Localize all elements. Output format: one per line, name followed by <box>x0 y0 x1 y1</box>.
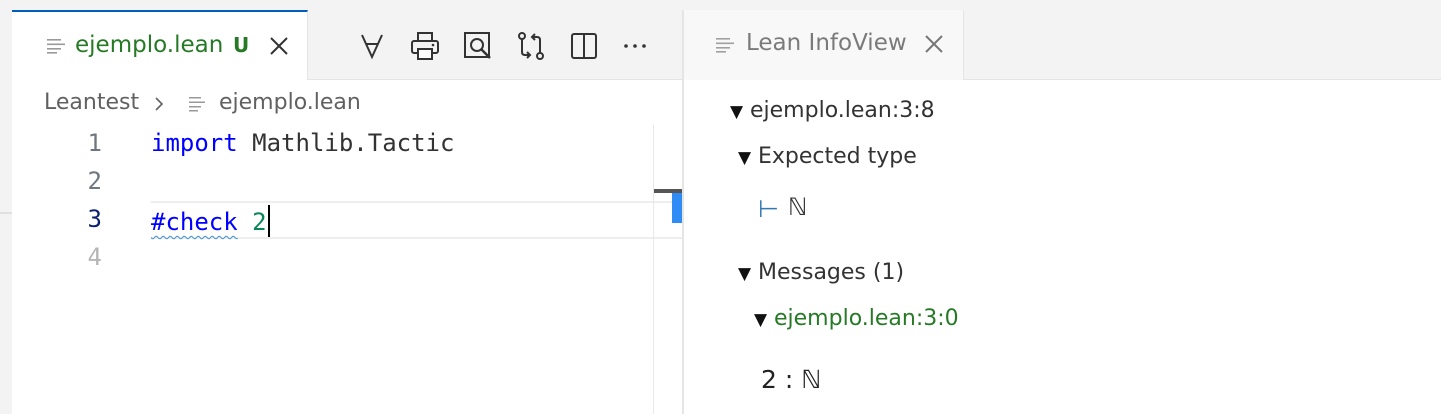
triangle-down-icon: ▼ <box>738 148 752 168</box>
triangle-down-icon: ▼ <box>730 102 744 122</box>
messages-label: Messages (1) <box>758 260 905 285</box>
code-editor[interactable]: 1 import Mathlib.Tactic 2 3 #check 2 4 <box>12 125 682 414</box>
keyword-token: #check <box>151 208 238 236</box>
infoview-tab-title: Lean InfoView <box>746 30 907 56</box>
code-line[interactable]: 1 import Mathlib.Tactic <box>12 125 682 163</box>
location-header[interactable]: ▼ ejemplo.lean:3:8 <box>730 98 935 123</box>
turnstile-symbol: ⊢ <box>758 195 779 223</box>
triangle-down-icon: ▼ <box>754 310 768 330</box>
line-number: 4 <box>87 243 102 271</box>
lines-icon <box>189 97 205 112</box>
expected-type-header[interactable]: ▼ Expected type <box>738 144 917 169</box>
messages-header[interactable]: ▼ Messages (1) <box>738 260 904 285</box>
window-top-strip <box>0 0 1441 10</box>
text-cursor <box>267 205 270 237</box>
line-number: 2 <box>87 167 102 195</box>
git-status-badge: U <box>233 33 250 57</box>
infoview-tab[interactable]: Lean InfoView <box>684 10 964 80</box>
git-compare-icon[interactable] <box>515 30 547 62</box>
breadcrumb-project[interactable]: Leantest <box>44 90 139 115</box>
line-number: 3 <box>87 205 102 233</box>
infoview-body: ▼ ejemplo.lean:3:8 ▼ Expected type ⊢ ℕ ▼ Me… <box>684 80 1441 414</box>
breadcrumb-file[interactable]: ejemplo.lean <box>219 90 361 115</box>
search-preview-icon[interactable] <box>462 30 494 62</box>
expected-type-value[interactable]: ℕ <box>788 193 807 221</box>
lines-icon <box>47 39 65 54</box>
infoview-pane: Lean InfoView ▼ ejemplo.lean:3:8 ▼ Expecte… <box>684 10 1441 414</box>
more-actions-icon[interactable] <box>619 30 651 62</box>
activity-edge-divider <box>0 212 12 214</box>
chevron-right-icon <box>155 97 164 111</box>
close-icon[interactable] <box>267 34 291 58</box>
location-text: ejemplo.lean:3:8 <box>750 98 935 123</box>
code-line[interactable]: 4 <box>12 239 682 277</box>
editor-tabbar: ejemplo.lean U <box>12 10 682 80</box>
code-line[interactable]: 2 <box>12 163 682 201</box>
line-content: #check 2 <box>151 205 270 237</box>
split-editor-icon[interactable] <box>568 30 600 62</box>
code-line[interactable]: 3 #check 2 <box>12 201 682 239</box>
message-result[interactable]: 2 : ℕ <box>761 365 821 394</box>
line-number: 1 <box>87 129 102 157</box>
scrollbar-cursor-marker[interactable] <box>672 193 682 223</box>
print-icon[interactable] <box>409 30 441 62</box>
close-icon[interactable] <box>922 32 946 56</box>
number-token: 2 <box>252 208 267 236</box>
editor-tab-title: ejemplo.lean <box>75 32 224 58</box>
line-content: import Mathlib.Tactic <box>151 129 454 157</box>
lines-icon <box>716 38 734 53</box>
forall-icon[interactable] <box>356 30 388 62</box>
message-location-text: ejemplo.lean:3:0 <box>774 306 959 331</box>
triangle-down-icon: ▼ <box>738 264 752 284</box>
minimap-border <box>653 125 654 414</box>
editor-pane: ejemplo.lean U Leantest ejemplo.lean 1 i… <box>12 10 682 414</box>
editor-tab-ejemplo[interactable]: ejemplo.lean U <box>12 10 308 80</box>
keyword-token: import <box>151 129 238 157</box>
expected-type-label: Expected type <box>758 144 917 169</box>
infoview-tabbar: Lean InfoView <box>684 10 1441 80</box>
message-location[interactable]: ▼ ejemplo.lean:3:0 <box>754 306 959 331</box>
code-text: Mathlib.Tactic <box>237 129 455 157</box>
